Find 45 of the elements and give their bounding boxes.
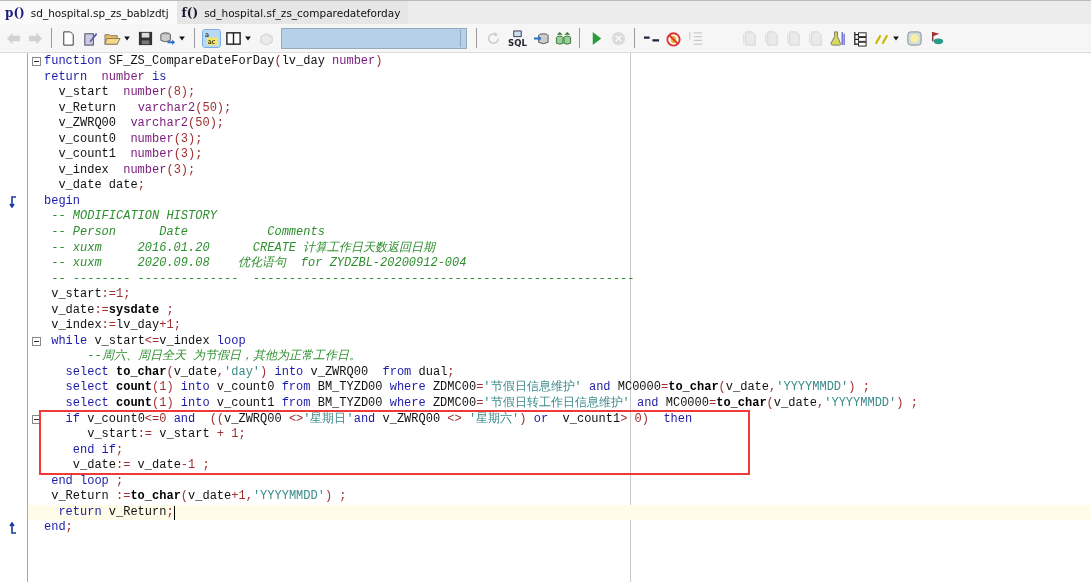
code-line: v_count0 number(3); — [57, 131, 203, 148]
editor-tab[interactable]: p() sd_hospital.sp_zs_bablzdtj — [0, 1, 177, 24]
editor-tab[interactable]: f() sd_hospital.sf_zs_comparedateforday — [176, 1, 409, 24]
code-line: select to_char(v_date,'day') into v_ZWRQ00 from dual; — [64, 364, 455, 381]
code-line: begin — [44, 193, 80, 210]
code-line: v_index:=lv_day+1; — [50, 318, 181, 334]
save-icon[interactable] — [136, 29, 154, 47]
code-line: if v_count0<=0 and ((v_ZWRQ00 <>'星期日'and v_ZWRQ00 <> '星期六') or v_count1> 0) then — [64, 411, 693, 428]
code-line: v_ZWRQ00 varchar2(50); — [57, 116, 225, 132]
code-line: v_index number(3); — [57, 162, 196, 179]
code-line: v_date:= v_date-1 ; — [71, 458, 210, 474]
code-line: end; — [44, 520, 73, 536]
code-line: end if; — [71, 442, 124, 459]
database-arrow-icon[interactable] — [158, 29, 176, 47]
bug-icon[interactable] — [664, 29, 682, 47]
collapse-icon[interactable] — [31, 57, 41, 67]
collapse-icon[interactable] — [31, 337, 41, 347]
code-line: select count(1) into v_count0 from BM_TYZD00 where ZDMC00='节假日信息维护' and MC0000=to_char(v_date,'YYYYMMDD') ; — [64, 380, 870, 396]
code-line: end loop ; — [50, 473, 124, 490]
code-line: v_start number(8); — [57, 85, 196, 101]
code-line: while v_start<=v_index loop — [50, 333, 246, 349]
code-line: function SF_ZS_CompareDateForDay(lv_day number) — [44, 54, 383, 70]
code-line: -- -------- -------------- ----------------------------------------------------- — [50, 271, 635, 288]
code-line: v_count1 number(3); — [57, 147, 203, 163]
code-line: return number is — [44, 69, 167, 86]
code-line: v_date:=sysdate ; — [50, 302, 174, 319]
code-line: -- xuxm 2016.01.20 CREATE 计算工作日天数返回日期 — [50, 240, 436, 256]
code-line: --周六、周日全天 为节假日，其他为正常工作日。 — [86, 349, 361, 365]
jump-arrow-icon[interactable] — [9, 195, 19, 208]
jump-arrow-icon[interactable] — [9, 522, 19, 535]
flask-icon[interactable] — [828, 29, 846, 47]
code-line: -- MODIFICATION HISTORY — [50, 209, 217, 225]
code-line: v_Return :=to_char(v_date+1,'YYYYMMDD') ; — [50, 489, 347, 505]
text-cursor — [173, 505, 175, 520]
code-line: v_Return varchar2(50); — [57, 100, 232, 117]
split-view-icon[interactable] — [224, 29, 242, 47]
code-line: v_date date; — [57, 178, 145, 194]
code-line: -- xuxm 2020.09.08 优化语句 for ZYDZBL-20200912-004 — [50, 256, 467, 272]
code-line: return v_Return; — [57, 504, 174, 521]
collapse-icon[interactable] — [31, 414, 41, 424]
database-compare-icon[interactable] — [554, 29, 572, 47]
code-line: v_start:= v_start + 1; — [86, 427, 246, 443]
code-line: v_start:=1; — [50, 287, 131, 303]
code-line: -- Person Date Comments — [50, 225, 325, 241]
code-line: select count(1) into v_count1 from BM_TYZD00 where ZDMC00='节假日转工作日信息维护' and MC0000=to_char(v_date,'YYYYMMDD') ; — [64, 396, 918, 412]
